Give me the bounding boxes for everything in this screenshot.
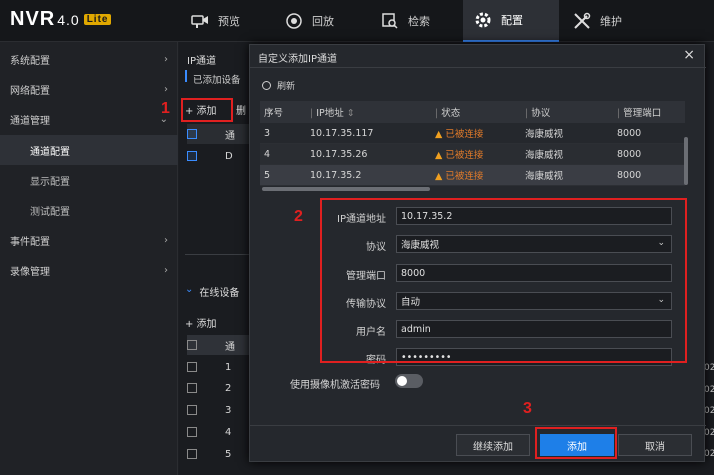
table-row: 5 [187, 444, 257, 464]
sidebar-item-network[interactable]: 网络配置 › [0, 74, 178, 104]
checkbox[interactable] [187, 151, 197, 161]
table-row[interactable]: 3 10.17.35.117 ▲ 已被连接 海康威视 8000 [260, 123, 685, 144]
top-bar: NVR 4.0 Lite 预览 回放 检索 配置 维护 [0, 0, 714, 42]
nav-search[interactable]: 检索 [372, 0, 462, 42]
camera-icon [190, 11, 210, 31]
activation-password-label: 使用摄像机激活密码 [290, 380, 380, 391]
checkbox[interactable] [187, 427, 197, 437]
checkbox[interactable] [187, 405, 197, 415]
continue-add-button[interactable]: 继续添加 [456, 434, 530, 456]
table-row-selected[interactable]: 5 10.17.35.2 ▲ 已被连接 海康威视 8000 [260, 165, 685, 186]
annotation-number-1: 1 [161, 100, 170, 117]
refresh-icon [262, 81, 271, 90]
divider [185, 254, 255, 255]
sidebar-item-channel-management[interactable]: 通道管理 ⌄ [0, 104, 178, 134]
added-devices-label: 已添加设备 [193, 75, 241, 86]
warning-icon: ▲ [435, 171, 443, 182]
table-row: 2 [187, 378, 257, 398]
refresh-button[interactable]: 刷新 [262, 79, 295, 92]
chevron-right-icon: › [164, 264, 168, 276]
divider [250, 425, 706, 426]
table-header: 通 [187, 335, 257, 355]
tools-icon [572, 11, 592, 31]
table-row: 1 [187, 357, 257, 377]
annotation-number-2: 2 [294, 208, 303, 225]
sidebar-item-display-config[interactable]: 显示配置 [0, 165, 178, 195]
sidebar-item-record[interactable]: 录像管理 › [0, 255, 178, 285]
checkbox[interactable] [187, 129, 197, 139]
warning-icon: ▲ [435, 129, 443, 140]
search-icon [380, 11, 400, 31]
delete-button[interactable]: 删 [236, 102, 246, 117]
checkbox[interactable] [187, 383, 197, 393]
activation-password-toggle[interactable] [395, 374, 423, 388]
chevron-right-icon: › [164, 53, 168, 65]
playback-icon [284, 11, 304, 31]
sidebar: 系统配置 › 网络配置 › 通道管理 ⌄ 通道配置 显示配置 测试配置 事件配置 › 录… [0, 42, 178, 475]
cancel-button[interactable]: 取消 [618, 434, 692, 456]
gear-icon [473, 10, 493, 30]
sidebar-item-event[interactable]: 事件配置 › [0, 225, 178, 255]
checkbox[interactable] [187, 362, 197, 372]
checkbox[interactable] [187, 449, 197, 459]
chevron-right-icon: › [164, 234, 168, 246]
sidebar-item-system[interactable]: 系统配置 › [0, 44, 178, 74]
annotation-box-3 [535, 427, 617, 459]
table-row: 通 [187, 124, 257, 144]
tab-ip-channel[interactable]: IP通道 [187, 52, 216, 67]
table-row: 3 [187, 400, 257, 420]
right-edge-column: 02 02 02 02 02 [704, 363, 714, 459]
checkbox[interactable] [187, 340, 197, 350]
logo: NVR 4.0 Lite [10, 8, 112, 31]
table-header: 序号 | IP地址 ⇕ | 状态 | 协议 | 管理端口 [260, 101, 685, 123]
chevron-down-icon: ⌄ [185, 284, 194, 295]
chevron-right-icon: › [164, 83, 168, 95]
close-icon[interactable]: × [683, 47, 695, 63]
accent-bar [185, 70, 187, 82]
device-table: 序号 | IP地址 ⇕ | 状态 | 协议 | 管理端口 3 10.17.35.117 … [260, 101, 685, 186]
horizontal-scrollbar[interactable] [262, 187, 430, 191]
table-row[interactable]: 4 10.17.35.26 ▲ 已被连接 海康威视 8000 [260, 144, 685, 165]
nav-config[interactable]: 配置 [463, 0, 559, 42]
online-add-button[interactable]: + 添加 [185, 315, 217, 330]
online-devices-section[interactable]: ⌄ 在线设备 [185, 284, 239, 299]
sidebar-item-test-config[interactable]: 测试配置 [0, 195, 178, 225]
annotation-box-2 [320, 198, 687, 363]
warning-icon: ▲ [435, 150, 443, 161]
divider [250, 67, 706, 68]
nav-preview[interactable]: 预览 [180, 0, 280, 42]
table-row: 4 [187, 422, 257, 442]
annotation-box-1 [181, 98, 233, 122]
annotation-number-3: 3 [523, 400, 532, 417]
table-row: D [187, 146, 257, 166]
vertical-scrollbar[interactable] [684, 137, 688, 185]
dialog-title: 自定义添加IP通道 [258, 54, 337, 65]
nav-playback[interactable]: 回放 [278, 0, 368, 42]
nav-maintenance[interactable]: 维护 [568, 0, 658, 42]
sidebar-item-channel-config[interactable]: 通道配置 [0, 135, 178, 165]
